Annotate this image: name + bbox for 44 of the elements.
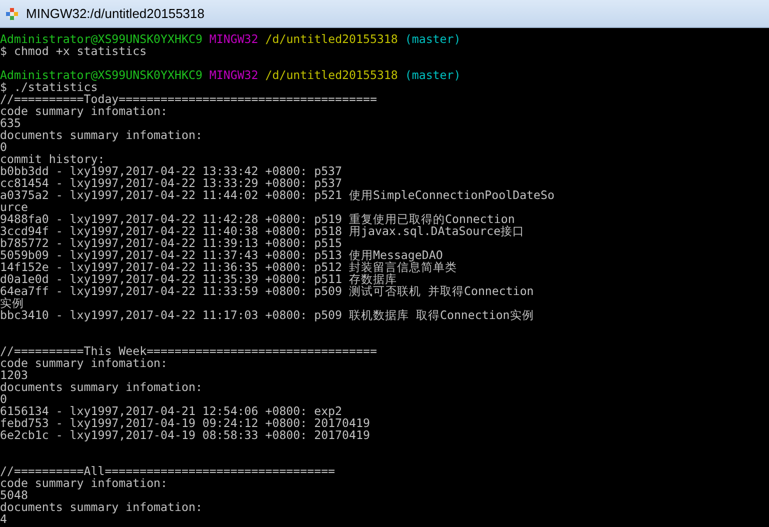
terminal-line: a0375a2 - lxy1997,2017-04-22 11:44:02 +0800: p521 使用SimpleConnectionPoolDateSo [0, 188, 554, 202]
terminal-line: $ chmod +x statistics [0, 44, 147, 58]
prompt-system: MINGW32 [209, 32, 258, 46]
prompt-user: Administrator@XS99UNSK0YXHKC9 [0, 68, 202, 82]
terminal-line: //==========All================================= [0, 464, 336, 478]
terminal-line: //==========This Week================================= [0, 344, 377, 358]
prompt-path: /d/untitled20155318 [265, 32, 398, 46]
terminal-line: bbc3410 - lxy1997,2017-04-22 11:17:03 +0800: p509 联机数据库 取得Connection实例 [0, 308, 534, 322]
terminal-line: febd753 - lxy1997,2017-04-19 09:24:12 +0800: 20170419 [0, 416, 370, 430]
prompt-branch: (master) [404, 68, 461, 82]
terminal-line: 5059b09 - lxy1997,2017-04-22 11:37:43 +0800: p513 使用MessageDAO [0, 248, 443, 262]
terminal-line: 14f152e - lxy1997,2017-04-22 11:36:35 +0800: p512 封装留言信息简单类 [0, 260, 458, 274]
terminal-line: 5048 [0, 488, 28, 502]
terminal-line: urce [0, 200, 28, 214]
terminal-line: b785772 - lxy1997,2017-04-22 11:39:13 +0800: p515 [0, 236, 342, 250]
terminal-line: 64ea7ff - lxy1997,2017-04-22 11:33:59 +0800: p509 测试可否联机 并取得Connection [0, 284, 534, 298]
prompt-user: Administrator@XS99UNSK0YXHKC9 [0, 32, 202, 46]
terminal-line: 1203 [0, 368, 28, 382]
prompt-path: /d/untitled20155318 [265, 68, 398, 82]
terminal-line: cc81454 - lxy1997,2017-04-22 13:33:29 +0800: p537 [0, 176, 342, 190]
terminal-line: 3ccd94f - lxy1997,2017-04-22 11:40:38 +0800: p518 用javax.sql.DAtaSource接口 [0, 224, 525, 238]
terminal-line: documents summary infomation: [0, 128, 202, 142]
terminal-line: code summary infomation: [0, 356, 168, 370]
terminal-line: b0bb3dd - lxy1997,2017-04-22 13:33:42 +0800: p537 [0, 164, 342, 178]
terminal-line: //==========Today===================================== [0, 92, 377, 106]
app-icon [4, 6, 20, 22]
terminal-line: 9488fa0 - lxy1997,2017-04-22 11:42:28 +0800: p519 重复使用已取得的Connection [0, 212, 515, 226]
terminal-line: d0a1e0d - lxy1997,2017-04-22 11:35:39 +0800: p511 存数据库 [0, 272, 398, 286]
window-title: MINGW32:/d/untitled20155318 [26, 4, 204, 23]
terminal-line: 4 [0, 512, 7, 526]
terminal-line: 0 [0, 392, 7, 406]
terminal-line: commit history: [0, 152, 105, 166]
terminal-line: documents summary infomation: [0, 380, 202, 394]
terminal-line: 635 [0, 116, 21, 130]
terminal-line: code summary infomation: [0, 104, 168, 118]
terminal-line: 实例 [0, 296, 24, 310]
terminal-line: 6e2cb1c - lxy1997,2017-04-19 08:58:33 +0800: 20170419 [0, 428, 370, 442]
terminal-line: 0 [0, 140, 7, 154]
terminal-line: documents summary infomation: [0, 500, 202, 514]
prompt-system: MINGW32 [209, 68, 258, 82]
terminal-line: 6156134 - lxy1997,2017-04-21 12:54:06 +0800: exp2 [0, 404, 342, 418]
terminal-line: $ ./statistics [0, 80, 98, 94]
terminal-line: code summary infomation: [0, 476, 168, 490]
prompt-branch: (master) [404, 32, 461, 46]
